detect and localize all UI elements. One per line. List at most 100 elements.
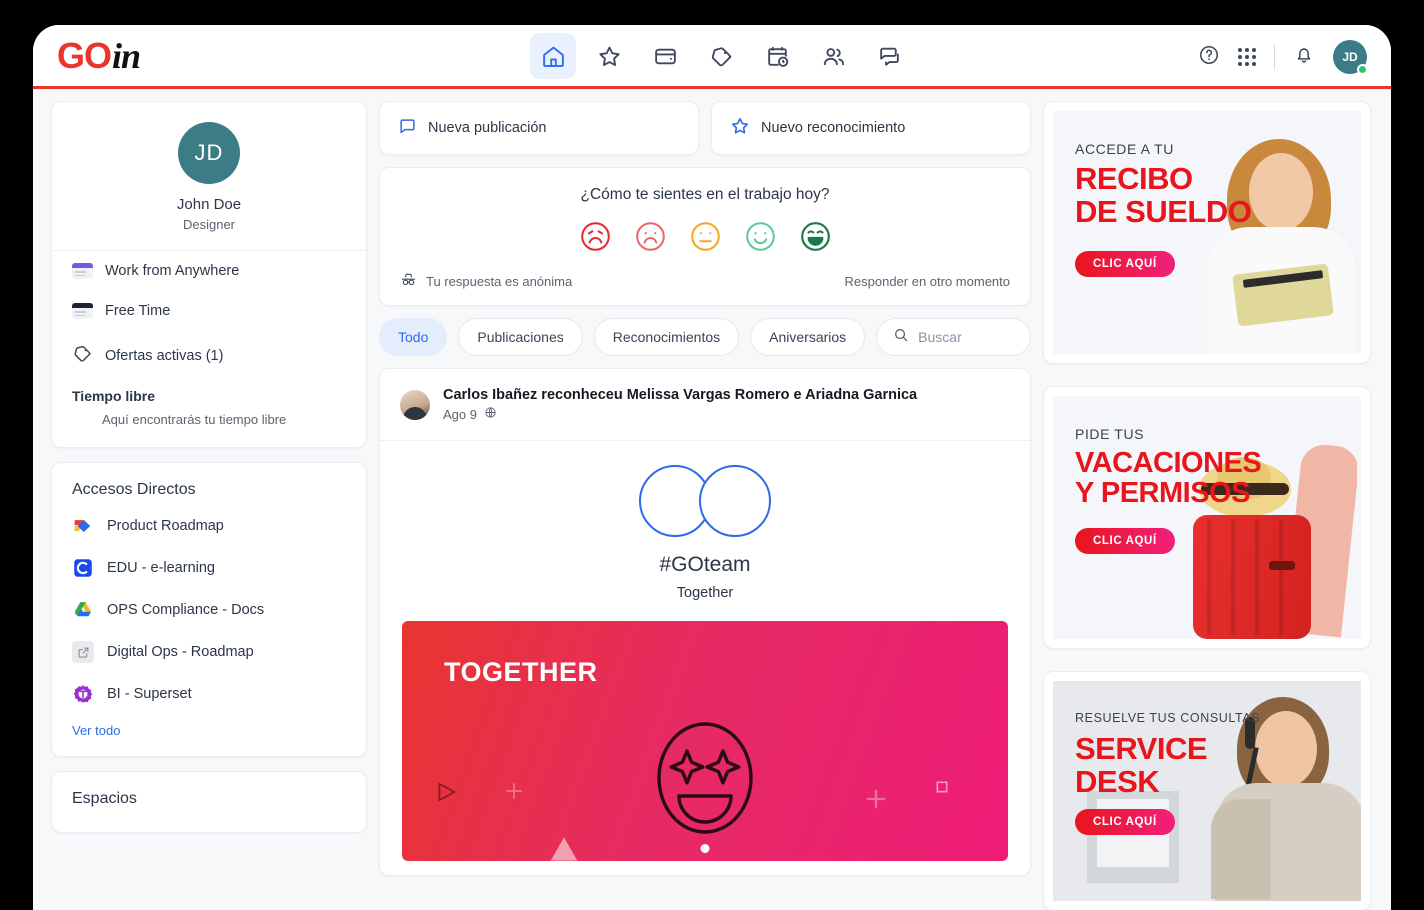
search-input[interactable] [918, 329, 1014, 345]
app-logo[interactable]: GO in [57, 34, 141, 77]
logo-in-text: in [112, 35, 141, 76]
shortcut-digital-ops-roadmap[interactable]: Digital Ops - Roadmap [52, 631, 366, 673]
face-neutral[interactable] [689, 220, 722, 253]
promo-card-recibo-de-sueldo[interactable]: ACCEDE A TU RECIBO DE SUELDO CLIC AQUÍ [1043, 101, 1371, 364]
promo-title-line2: Y PERMISOS [1075, 477, 1250, 510]
page-body: JD John Doe Designer Work from Anywhere … [33, 89, 1391, 910]
shortcut-edu-elearning[interactable]: EDU - e-learning [52, 547, 366, 589]
google-drive-icon [72, 599, 94, 621]
mood-face-options [400, 220, 1010, 253]
search-box[interactable] [876, 318, 1031, 356]
promo-cta-button[interactable]: CLIC AQUÍ [1075, 528, 1175, 554]
productboard-icon [72, 515, 94, 537]
mood-answer-later-link[interactable]: Responder en otro momento [845, 274, 1010, 289]
post-body: #GOteam Together TOGETHER [380, 441, 1030, 875]
promo-inner: RESUELVE TUS CONSULTAS SERVICE DESK CLIC… [1053, 681, 1361, 901]
promo-cta-button[interactable]: CLIC AQUÍ [1075, 251, 1175, 277]
tag-icon [709, 44, 734, 69]
sidebar-item-label: Work from Anywhere [105, 263, 240, 279]
triangle-shape-icon [438, 782, 456, 802]
profile-role: Designer [182, 217, 236, 232]
filter-chip-publicaciones[interactable]: Publicaciones [458, 318, 583, 356]
logo-go-text: GO [57, 34, 112, 76]
nav-wallet-button[interactable] [642, 33, 688, 79]
shortcuts-card: Accesos Directos Product Roadmap EDU - e… [51, 462, 367, 757]
time-off-subtitle: Aquí encontrarás tu tiempo libre [102, 412, 287, 427]
face-very-sad[interactable] [579, 220, 612, 253]
recognized-people-avatars [380, 465, 1030, 537]
face-sad[interactable] [634, 220, 667, 253]
shortcuts-title: Accesos Directos [72, 481, 196, 498]
promo-title-line1: VACACIONES [1075, 447, 1262, 479]
promo-kicker: PIDE TUS [1075, 426, 1145, 442]
nav-messages-button[interactable] [866, 33, 912, 79]
left-sidebar: JD John Doe Designer Work from Anywhere … [51, 101, 367, 910]
promo-title-line2: DESK [1075, 763, 1160, 799]
globe-icon [484, 406, 497, 422]
promo-title-line1: SERVICE [1075, 731, 1208, 766]
feed-post: Carlos Ibañez reconheceu Melissa Vargas … [379, 368, 1031, 876]
feed-quick-actions: Nueva publicación Nuevo reconocimiento [379, 101, 1031, 155]
post-hashtag: #GOteam [659, 553, 751, 576]
profile-avatar-initials: JD [194, 140, 224, 165]
time-off-block: Tiempo libre Aquí encontrarás tu tiempo … [52, 380, 366, 447]
sidebar-item-active-offers[interactable]: Ofertas activas (1) [52, 331, 366, 380]
post-header: Carlos Ibañez reconheceu Melissa Vargas … [380, 369, 1030, 441]
spaces-title: Espacios [72, 790, 137, 807]
sidebar-item-work-from-anywhere[interactable]: Work from Anywhere [52, 251, 366, 291]
plus-shape-icon [866, 789, 886, 809]
apps-grid-icon[interactable] [1238, 48, 1256, 66]
mood-anonymous-note: Tu respuesta es anónima [400, 271, 572, 291]
toolbar-divider [1274, 44, 1275, 70]
plus-shape-icon [506, 783, 522, 799]
promo-kicker: ACCEDE A TU [1075, 141, 1174, 157]
filter-chip-aniversarios[interactable]: Aniversarios [750, 318, 866, 356]
shortcut-label: Product Roadmap [107, 518, 224, 534]
tag-icon [72, 343, 93, 368]
sidebar-item-free-time[interactable]: Free Time [52, 291, 366, 331]
shortcut-bi-superset[interactable]: BI - Superset [52, 673, 366, 715]
post-subtitle: Together [676, 585, 734, 601]
shortcuts-see-all-link[interactable]: Ver todo [52, 715, 140, 756]
nav-recognition-button[interactable] [586, 33, 632, 79]
nav-offers-button[interactable] [698, 33, 744, 79]
promo-title: SERVICE DESK [1075, 731, 1208, 799]
bell-icon[interactable] [1293, 44, 1315, 71]
promo-card-service-desk[interactable]: RESUELVE TUS CONSULTAS SERVICE DESK CLIC… [1043, 671, 1371, 910]
face-happy[interactable] [744, 220, 777, 253]
carousel-dot[interactable] [700, 844, 710, 853]
post-meta: Ago 9 [443, 406, 917, 422]
post-author-avatar[interactable] [400, 389, 430, 420]
help-circle-icon[interactable] [1198, 44, 1220, 71]
recognized-avatar[interactable] [699, 465, 771, 537]
new-post-button[interactable]: Nueva publicación [379, 101, 699, 155]
promo-title: RECIBO DE SUELDO [1075, 161, 1252, 228]
square-shape-icon [936, 781, 948, 793]
new-recognition-button[interactable]: Nuevo reconocimiento [711, 101, 1031, 155]
top-bar-right-actions: JD [1198, 25, 1368, 89]
filter-chip-reconocimientos[interactable]: Reconocimientos [593, 318, 740, 356]
nav-people-button[interactable] [810, 33, 856, 79]
mood-question: ¿Cómo te sientes en el trabajo hoy? [580, 186, 830, 203]
avatar[interactable]: JD [1333, 40, 1368, 75]
nav-calendar-button[interactable] [754, 33, 800, 79]
shortcut-ops-compliance-docs[interactable]: OPS Compliance - Docs [52, 589, 366, 631]
face-very-happy[interactable] [799, 220, 832, 253]
promotions-column: ACCEDE A TU RECIBO DE SUELDO CLIC AQUÍ P… [1043, 101, 1371, 910]
chat-bubble-icon [398, 117, 417, 140]
nav-home-button[interactable] [530, 33, 576, 79]
promo-cta-button[interactable]: CLIC AQUÍ [1075, 809, 1175, 835]
promo-card-vacaciones[interactable]: PIDE TUS VACACIONES Y PERMISOS CLIC AQUÍ [1043, 386, 1371, 649]
mood-survey-card: ¿Cómo te sientes en el trabajo hoy? Tu r… [379, 167, 1031, 306]
superset-icon [72, 683, 94, 705]
filter-chip-todo[interactable]: Todo [379, 318, 448, 356]
people-icon [821, 44, 846, 69]
chat-icon [877, 44, 902, 69]
card-black-icon [72, 303, 93, 319]
profile-avatar[interactable]: JD [178, 122, 240, 184]
avatar-initials: JD [1342, 50, 1358, 64]
shortcut-product-roadmap[interactable]: Product Roadmap [52, 505, 366, 547]
promo-title-line1: RECIBO [1075, 161, 1193, 196]
canvas-icon [72, 557, 94, 579]
shortcut-label: EDU - e-learning [107, 560, 215, 576]
